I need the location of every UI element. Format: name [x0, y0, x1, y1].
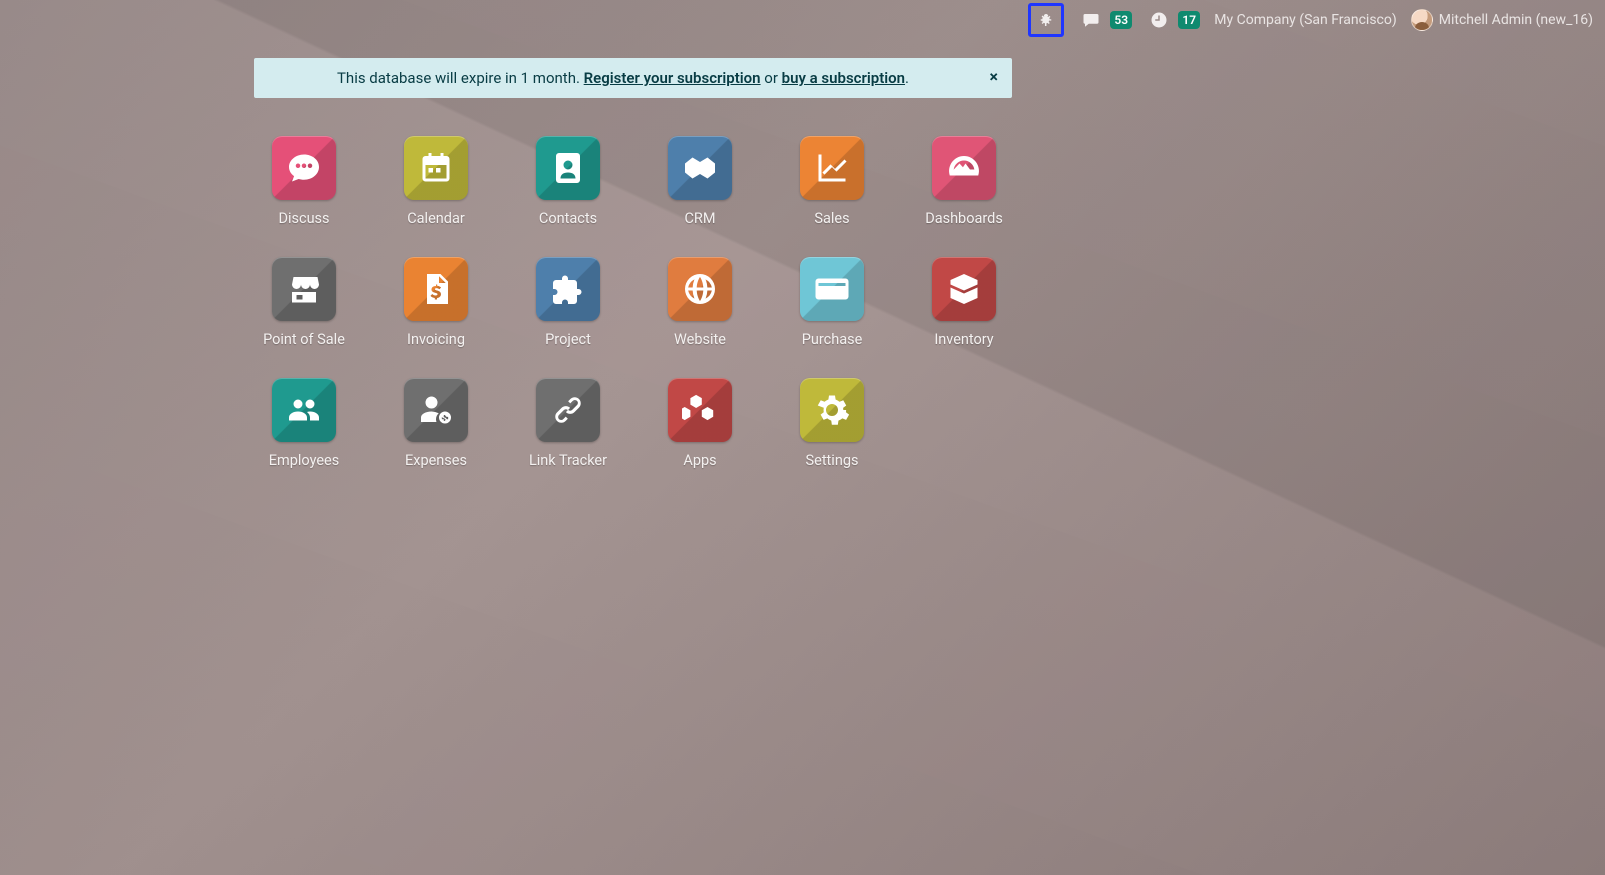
- app-label: Calendar: [407, 210, 465, 227]
- clock-icon: [1146, 7, 1172, 33]
- bug-icon: [1033, 7, 1059, 33]
- app-label: Discuss: [278, 210, 329, 227]
- app-expenses[interactable]: Expenses: [370, 378, 502, 469]
- activities-badge: 17: [1178, 11, 1200, 29]
- app-tile-project: [536, 257, 600, 321]
- app-crm[interactable]: CRM: [634, 136, 766, 227]
- app-discuss[interactable]: Discuss: [238, 136, 370, 227]
- app-sales[interactable]: Sales: [766, 136, 898, 227]
- app-purchase[interactable]: Purchase: [766, 257, 898, 348]
- app-tile-sales: [800, 136, 864, 200]
- messages-badge: 53: [1110, 11, 1132, 29]
- messages-button[interactable]: 53: [1078, 7, 1132, 33]
- handshake-icon: [682, 150, 718, 186]
- app-contacts[interactable]: Contacts: [502, 136, 634, 227]
- buy-subscription-link[interactable]: buy a subscription: [782, 69, 905, 87]
- app-employees[interactable]: Employees: [238, 378, 370, 469]
- register-subscription-link[interactable]: Register your subscription: [584, 69, 761, 87]
- chat-icon: [286, 150, 322, 186]
- app-tile-apps: [668, 378, 732, 442]
- close-banner-button[interactable]: ×: [990, 67, 999, 86]
- app-link-tracker[interactable]: Link Tracker: [502, 378, 634, 469]
- app-label: Expenses: [405, 452, 467, 469]
- app-tile-website: [668, 257, 732, 321]
- app-tile-settings: [800, 378, 864, 442]
- app-settings[interactable]: Settings: [766, 378, 898, 469]
- app-point-of-sale[interactable]: Point of Sale: [238, 257, 370, 348]
- app-label: Contacts: [539, 210, 597, 227]
- app-calendar[interactable]: Calendar: [370, 136, 502, 227]
- linechart-icon: [814, 150, 850, 186]
- card-icon: [814, 271, 850, 307]
- app-dashboards[interactable]: Dashboards: [898, 136, 1030, 227]
- app-tile-discuss: [272, 136, 336, 200]
- app-label: Invoicing: [407, 331, 465, 348]
- bug-report-button[interactable]: [1028, 3, 1064, 37]
- user-menu[interactable]: Mitchell Admin (new_16): [1411, 9, 1593, 31]
- app-label: CRM: [684, 210, 715, 227]
- app-inventory[interactable]: Inventory: [898, 257, 1030, 348]
- app-label: Project: [545, 331, 591, 348]
- gear-icon: [814, 392, 850, 428]
- app-label: Website: [674, 331, 726, 348]
- app-label: Employees: [269, 452, 339, 469]
- gauge-icon: [946, 150, 982, 186]
- app-tile-employees: [272, 378, 336, 442]
- app-label: Dashboards: [925, 210, 1003, 227]
- app-tile-calendar: [404, 136, 468, 200]
- box-icon: [946, 271, 982, 307]
- app-label: Point of Sale: [263, 331, 345, 348]
- app-website[interactable]: Website: [634, 257, 766, 348]
- banner-text-suffix: .: [905, 69, 909, 87]
- user-name: Mitchell Admin (new_16): [1439, 12, 1593, 28]
- cubes-icon: [682, 392, 718, 428]
- banner-text-middle: or: [761, 69, 782, 87]
- banner-text-prefix: This database will expire in 1 month.: [337, 69, 584, 87]
- app-label: Settings: [806, 452, 859, 469]
- app-label: Inventory: [934, 331, 993, 348]
- app-label: Sales: [814, 210, 849, 227]
- app-tile-link-tracker: [536, 378, 600, 442]
- calendar-icon: [418, 150, 454, 186]
- app-label: Link Tracker: [529, 452, 607, 469]
- activities-button[interactable]: 17: [1146, 7, 1200, 33]
- app-apps[interactable]: Apps: [634, 378, 766, 469]
- contacts-icon: [550, 150, 586, 186]
- top-navbar: 53 17 My Company (San Francisco) Mitchel…: [0, 0, 1605, 40]
- app-tile-expenses: [404, 378, 468, 442]
- app-tile-point-of-sale: [272, 257, 336, 321]
- app-invoicing[interactable]: Invoicing: [370, 257, 502, 348]
- app-tile-invoicing: [404, 257, 468, 321]
- link-icon: [550, 392, 586, 428]
- avatar-icon: [1411, 9, 1433, 31]
- expense-icon: [418, 392, 454, 428]
- app-label: Purchase: [802, 331, 863, 348]
- expiration-banner: This database will expire in 1 month. Re…: [254, 58, 1012, 98]
- app-label: Apps: [683, 452, 716, 469]
- app-tile-crm: [668, 136, 732, 200]
- app-project[interactable]: Project: [502, 257, 634, 348]
- company-name: My Company (San Francisco): [1214, 12, 1396, 28]
- puzzle-icon: [550, 271, 586, 307]
- app-tile-contacts: [536, 136, 600, 200]
- shop-icon: [286, 271, 322, 307]
- app-tile-inventory: [932, 257, 996, 321]
- app-tile-dashboards: [932, 136, 996, 200]
- chat-icon: [1078, 7, 1104, 33]
- app-grid: Discuss Calendar Contacts CRM Sales Dashboard…: [238, 136, 1030, 469]
- app-tile-purchase: [800, 257, 864, 321]
- company-switcher[interactable]: My Company (San Francisco): [1214, 12, 1396, 28]
- globe-icon: [682, 271, 718, 307]
- people-icon: [286, 392, 322, 428]
- invoice-icon: [418, 271, 454, 307]
